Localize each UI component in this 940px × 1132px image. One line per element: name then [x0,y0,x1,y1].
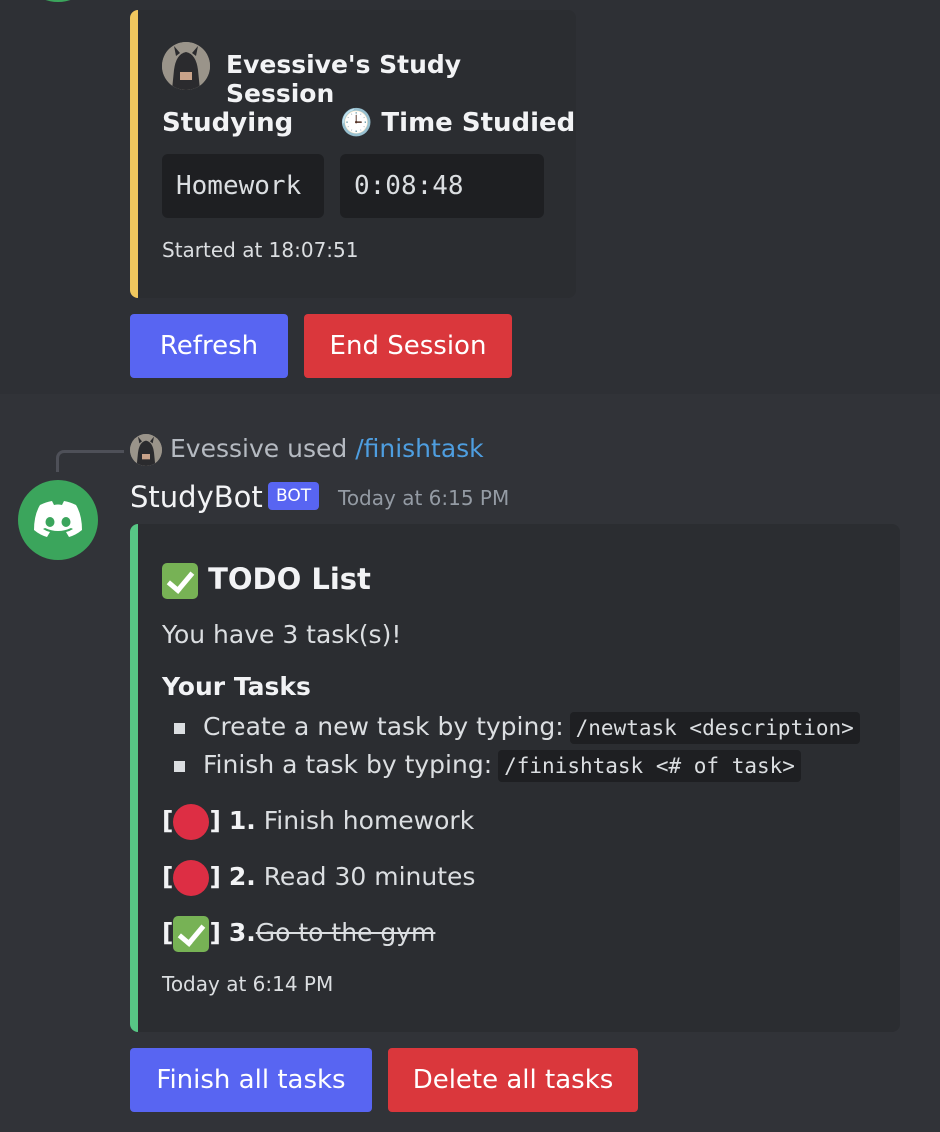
task-number: 1. [228,806,256,835]
study-session-message: Evessive's Study Session Studying Homewo… [0,0,940,394]
reply-user-avatar-icon[interactable] [130,434,162,466]
task-item: [] 3.Go to the gym [162,916,435,952]
instruction-code: /newtask <description> [569,712,860,744]
refresh-button[interactable]: Refresh [130,314,288,378]
instruction-text: Finish a task by typing: [203,750,493,779]
embed-accent-bar [130,524,138,1032]
task-item: [] 2. Read 30 minutes [162,860,475,896]
check-mark-icon [162,563,198,599]
discord-logo-icon [34,501,82,537]
red-circle-icon [173,804,210,840]
embed-author-name: Evessive's Study Session [226,50,462,108]
embed-description: You have 3 task(s)! [162,620,402,649]
embed-accent-bar [130,10,138,298]
instruction-item: Create a new task by typing:/newtask <de… [174,712,860,744]
todo-embed: TODO List You have 3 task(s)! Your Tasks… [130,524,900,1032]
embed-footer: Started at 18:07:51 [162,238,359,262]
bullet-icon [174,722,185,734]
task-number: 2. [228,862,256,891]
task-text: Go to the gym [255,918,436,947]
reply-command[interactable]: /finishtask [355,434,483,463]
bot-badge: BOT [268,482,320,510]
discord-chat: Evessive's Study Session Studying Homewo… [0,0,940,1132]
embed-field-name: Your Tasks [162,672,311,701]
embed-title: TODO List [162,562,371,599]
reply-context[interactable]: Evessive used /finishtask [170,434,484,463]
instruction-text: Create a new task by typing: [203,712,564,741]
bot-avatar[interactable] [18,480,98,560]
previous-avatar[interactable] [18,0,98,2]
end-session-button[interactable]: End Session [304,314,512,378]
delete-all-tasks-button[interactable]: Delete all tasks [388,1048,638,1112]
check-mark-icon [173,916,210,952]
red-circle-icon [173,860,210,896]
field-time-studied-value: 0:08:48 [340,154,544,218]
task-text: Finish homework [263,806,475,835]
task-text: Read 30 minutes [263,862,476,891]
instruction-item: Finish a task by typing:/finishtask <# o… [174,750,801,782]
field-studying-label: Studying [162,108,294,138]
task-item: [] 1. Finish homework [162,804,474,840]
reply-username[interactable]: Evessive [170,434,279,463]
finish-all-tasks-button[interactable]: Finish all tasks [130,1048,372,1112]
message-timestamp: Today at 6:15 PM [338,486,510,510]
reply-connector [56,450,124,472]
study-session-embed: Evessive's Study Session Studying Homewo… [130,10,576,298]
instruction-code: /finishtask <# of task> [498,750,801,782]
task-number: 3. [228,918,256,947]
embed-footer: Today at 6:14 PM [162,972,334,996]
bot-username[interactable]: StudyBot [130,480,263,514]
field-time-studied-label: 🕒 Time Studied [340,108,576,138]
author-avatar-icon[interactable] [162,42,210,90]
embed-title-text: TODO List [208,562,371,596]
bullet-icon [174,760,185,772]
reply-used-text: used [287,434,348,463]
field-studying-value: Homework [162,154,324,218]
